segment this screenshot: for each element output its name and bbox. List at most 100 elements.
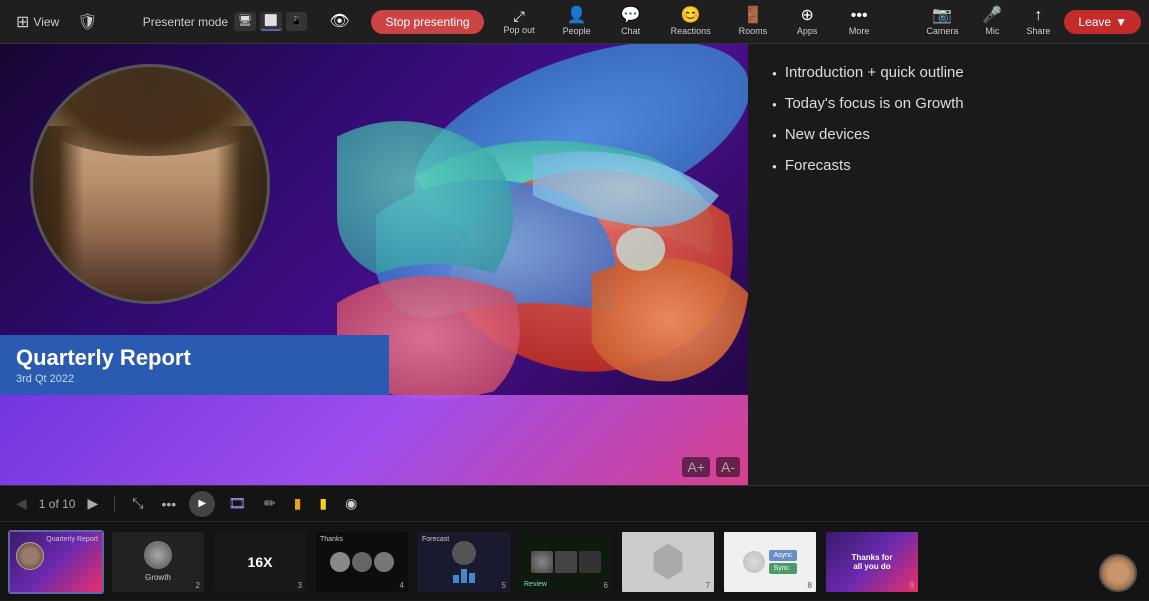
slide-area: Quarterly Report 3rd Qt 2022 A+ A- — [0, 44, 748, 485]
toolbar-left: ⊞ View 🛡 — [8, 8, 104, 36]
shield-icon[interactable]: 🛡 — [71, 8, 103, 36]
share-button[interactable]: ↑ Share — [1018, 4, 1058, 40]
thumb-8-number: 8 — [808, 581, 812, 590]
presenter-avatar — [1099, 554, 1137, 592]
reactions-button[interactable]: 😊 Reactions — [663, 4, 719, 40]
chat-button[interactable]: 💬 Chat — [611, 4, 651, 40]
thumbnail-8[interactable]: Async Sync 8 — [722, 530, 818, 594]
presenter-mode-section: Presenter mode 🖥 ⬜ 📱 — [143, 12, 308, 31]
outline-item-3: ● New devices — [772, 126, 1125, 143]
presenter-video — [33, 67, 267, 301]
play-button[interactable]: ▶ — [189, 491, 215, 517]
bullet-4: ● — [772, 162, 777, 171]
bottom-bar: ◀ 1 of 10 ▶ ⤡ ••• ▶ 🎞 ✏ ▮ ▮ ◉ Quarterly … — [0, 485, 1149, 600]
thumbnails-strip: Quarterly Report Growth 2 16X 3 — [0, 522, 1149, 601]
leave-label: Leave — [1078, 15, 1111, 29]
main-content: Quarterly Report 3rd Qt 2022 A+ A- ● Intr… — [0, 44, 1149, 485]
outline-text-1: Introduction + quick outline — [785, 64, 964, 81]
view-button[interactable]: ⊞ View — [8, 8, 67, 36]
nav-controls: ◀ 1 of 10 ▶ ⤡ ••• ▶ 🎞 ✏ ▮ ▮ ◉ — [0, 486, 1149, 522]
thumb-3-number: 3 — [298, 581, 302, 590]
thumb-4-number: 4 — [400, 581, 404, 590]
apps-button[interactable]: ⊕ Apps — [787, 4, 827, 40]
slide-title-bar: Quarterly Report 3rd Qt 2022 — [0, 335, 389, 395]
thumb-5-number: 5 — [502, 581, 506, 590]
shapes-area — [337, 44, 748, 406]
abstract-shapes-svg — [337, 44, 748, 406]
font-increase-button[interactable]: A+ — [682, 457, 710, 477]
highlighter-icon[interactable]: ▮ — [289, 493, 307, 514]
rooms-button[interactable]: 🚪 Rooms — [731, 4, 776, 40]
thumbnail-4[interactable]: Thanks 4 — [314, 530, 410, 594]
outline-text-2: Today's focus is on Growth — [785, 95, 964, 112]
thumbnail-6[interactable]: Review 6 — [518, 530, 614, 594]
yellow-marker-icon[interactable]: ▮ — [314, 493, 332, 514]
outline-text-4: Forecasts — [785, 157, 851, 174]
outline-list: ● Introduction + quick outline ● Today's fo… — [772, 64, 1125, 174]
outline-item-2: ● Today's focus is on Growth — [772, 95, 1125, 112]
laser-icon[interactable]: ◉ — [340, 493, 362, 514]
film-icon[interactable]: 🎞 — [223, 493, 251, 514]
prev-slide-button[interactable]: ◀ — [12, 493, 31, 514]
eye-button[interactable]: 👁 — [319, 10, 359, 34]
thumbnail-7[interactable]: 7 — [620, 530, 716, 594]
thumb-1-avatar — [16, 542, 44, 570]
nav-more-icon[interactable]: ••• — [156, 494, 181, 514]
font-controls: A+ A- — [682, 457, 740, 477]
thumb-3-inner: 16X — [214, 532, 306, 592]
thumb-2-inner: Growth — [112, 532, 204, 592]
page-info: 1 of 10 — [39, 497, 76, 511]
toolbar-right: 📷 Camera 🎤 Mic ↑ Share Leave ▼ — [918, 4, 1141, 40]
slide-subtitle: 3rd Qt 2022 — [16, 373, 373, 385]
video-circle — [30, 64, 270, 304]
nav-separator — [114, 495, 115, 513]
pres-icon-phone[interactable]: 📱 — [286, 12, 308, 31]
thumb-7-inner — [622, 532, 714, 592]
thumb-1-inner: Quarterly Report — [10, 532, 102, 592]
people-button[interactable]: 👤 People — [555, 4, 599, 40]
presenter-mode-icons: 🖥 ⬜ 📱 — [234, 12, 307, 31]
outline-item-4: ● Forecasts — [772, 157, 1125, 174]
slide-background: Quarterly Report 3rd Qt 2022 A+ A- — [0, 44, 748, 485]
thumb-2-number: 2 — [196, 581, 200, 590]
thumb-5-inner: Forecast — [418, 532, 510, 592]
next-slide-button[interactable]: ▶ — [83, 493, 102, 514]
presenter-mode-label: Presenter mode — [143, 15, 228, 29]
bullet-3: ● — [772, 131, 777, 140]
pres-icon-split[interactable]: ⬜ — [260, 12, 282, 31]
font-decrease-button[interactable]: A- — [716, 457, 740, 477]
thumb-6-number: 6 — [604, 581, 608, 590]
thumbnail-5[interactable]: Forecast 5 — [416, 530, 512, 594]
thumb-9-number: 9 — [910, 581, 914, 590]
toolbar: ⊞ View 🛡 Presenter mode 🖥 ⬜ 📱 👁 Stop pre… — [0, 0, 1149, 44]
presenter-face — [1101, 556, 1135, 590]
pres-icon-monitor[interactable]: 🖥 — [234, 12, 256, 31]
thumbnail-3[interactable]: 16X 3 — [212, 530, 308, 594]
thumbnail-9[interactable]: Thanks forall you do 9 — [824, 530, 920, 594]
expand-icon[interactable]: ⤡ — [127, 493, 148, 514]
pen-icon[interactable]: ✏ — [259, 493, 281, 514]
mic-button[interactable]: 🎤 Mic — [972, 4, 1012, 40]
thumb-7-number: 7 — [706, 581, 710, 590]
thumb-8-inner: Async Sync — [724, 532, 816, 592]
thumbnail-1[interactable]: Quarterly Report — [8, 530, 104, 594]
thumb-9-inner: Thanks forall you do — [826, 532, 918, 592]
leave-chevron: ▼ — [1115, 15, 1127, 29]
outline-item-1: ● Introduction + quick outline — [772, 64, 1125, 81]
thumb-6-inner: Review — [520, 532, 612, 592]
bullet-1: ● — [772, 69, 777, 78]
toolbar-center: Presenter mode 🖥 ⬜ 📱 👁 Stop presenting ⤢… — [108, 4, 915, 40]
bullet-2: ● — [772, 100, 777, 109]
pop-out-button[interactable]: ⤢ Pop out — [496, 5, 543, 39]
right-panel: ● Introduction + quick outline ● Today's fo… — [748, 44, 1149, 485]
camera-button[interactable]: 📷 Camera — [918, 4, 966, 40]
stop-presenting-button[interactable]: Stop presenting — [371, 10, 483, 34]
slide-title: Quarterly Report — [16, 345, 373, 371]
slide-bottom-band — [0, 395, 748, 485]
slide-container: Quarterly Report 3rd Qt 2022 A+ A- — [0, 44, 748, 485]
thumb-4-inner: Thanks — [316, 532, 408, 592]
thumbnail-2[interactable]: Growth 2 — [110, 530, 206, 594]
more-button[interactable]: ••• More — [839, 4, 879, 40]
outline-text-3: New devices — [785, 126, 870, 143]
leave-button[interactable]: Leave ▼ — [1064, 10, 1141, 34]
